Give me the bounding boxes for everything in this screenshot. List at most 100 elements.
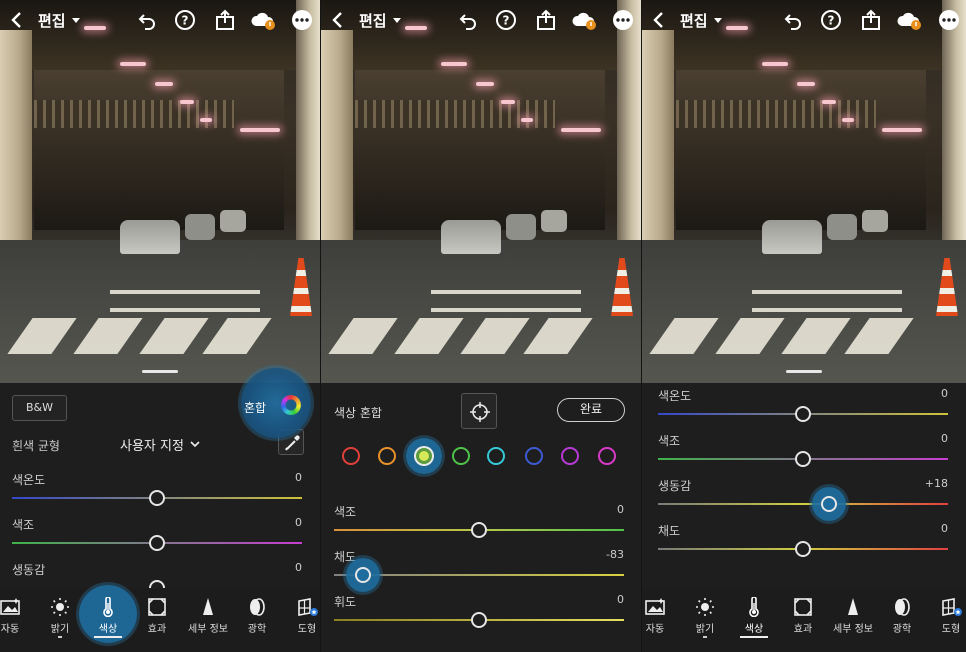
cloud-sync-icon[interactable] bbox=[571, 9, 597, 31]
geometry-icon bbox=[942, 598, 962, 616]
slider-tint[interactable]: 색조 0 bbox=[658, 432, 948, 472]
chevron-down-icon[interactable] bbox=[72, 18, 80, 23]
help-icon[interactable]: ? bbox=[820, 9, 842, 31]
slider-thumb[interactable] bbox=[149, 490, 165, 506]
slider-thumb[interactable] bbox=[795, 541, 811, 557]
tool-auto[interactable]: 자동 bbox=[642, 588, 677, 652]
color-mix-controls: 색상 혼합 완료 색조 0 채도 -83 휘도 0 bbox=[321, 383, 641, 652]
tool-detail[interactable]: 세부 정보 bbox=[186, 588, 230, 652]
slider-value: 0 bbox=[941, 522, 948, 535]
tool-color[interactable]: 색상 bbox=[86, 588, 130, 652]
slider-saturation[interactable]: 채도 0 bbox=[658, 522, 948, 562]
slider-vibrance[interactable]: 생동감 +18 bbox=[658, 477, 948, 521]
help-icon[interactable]: ? bbox=[174, 9, 196, 31]
bw-button[interactable]: B&W bbox=[12, 395, 67, 421]
share-icon[interactable] bbox=[535, 9, 557, 31]
swatch-aqua[interactable] bbox=[487, 447, 505, 465]
swatch-orange[interactable] bbox=[378, 447, 396, 465]
crosshair-icon bbox=[470, 402, 490, 422]
slider-thumb[interactable] bbox=[149, 535, 165, 551]
bottom-toolbar: 자동 밝기 색상 효과 세부 정보 광학 도형 bbox=[0, 585, 320, 652]
slider-value: 0 bbox=[617, 593, 624, 606]
done-button[interactable]: 완료 bbox=[557, 398, 625, 422]
slider-thumb[interactable] bbox=[471, 522, 487, 538]
share-icon[interactable] bbox=[860, 9, 882, 31]
slider-luminance[interactable]: 휘도 0 bbox=[334, 593, 624, 633]
more-icon[interactable] bbox=[938, 9, 960, 31]
swatch-magenta[interactable] bbox=[598, 447, 616, 465]
swatch-yellow-selected[interactable] bbox=[416, 448, 432, 464]
chevron-down-icon[interactable] bbox=[393, 18, 401, 23]
tool-optics[interactable]: 광학 bbox=[235, 588, 279, 652]
color-mix-icon[interactable] bbox=[281, 395, 301, 415]
chevron-down-icon[interactable] bbox=[190, 439, 200, 449]
cloud-sync-icon[interactable] bbox=[250, 9, 276, 31]
tool-effects[interactable]: 효과 bbox=[781, 588, 825, 652]
thermometer-icon bbox=[103, 597, 113, 617]
cloud-sync-icon[interactable] bbox=[896, 9, 922, 31]
optics-icon bbox=[250, 598, 265, 616]
tool-label: 도형 bbox=[941, 624, 961, 635]
chevron-down-icon[interactable] bbox=[714, 18, 722, 23]
edit-title[interactable]: 편집 bbox=[38, 10, 66, 31]
slider-tint[interactable]: 색조 0 bbox=[12, 516, 302, 556]
active-indicator bbox=[58, 636, 62, 638]
photo-preview[interactable] bbox=[0, 0, 320, 383]
white-balance-dropdown[interactable]: 사용자 지정 bbox=[120, 435, 184, 454]
slider-track[interactable] bbox=[658, 503, 948, 505]
slider-temperature[interactable]: 색온도 0 bbox=[658, 387, 948, 427]
tool-effects[interactable]: 효과 bbox=[135, 588, 179, 652]
slider-thumb[interactable] bbox=[821, 496, 838, 512]
slider-value: +18 bbox=[924, 477, 948, 490]
back-icon[interactable] bbox=[648, 9, 670, 31]
tool-color[interactable]: 색상 bbox=[732, 588, 776, 652]
slider-thumb[interactable] bbox=[795, 451, 811, 467]
color-mix-title: 색상 혼합 bbox=[334, 406, 382, 420]
panel-color-mix: 편집 ? 색상 혼합 완료 색조 0 채도 -83 휘도 0 bbox=[321, 0, 641, 652]
undo-icon[interactable] bbox=[782, 9, 804, 31]
slider-hue[interactable]: 색조 0 bbox=[334, 503, 624, 543]
panel-drag-handle[interactable] bbox=[142, 370, 178, 373]
slider-thumb[interactable] bbox=[471, 612, 487, 628]
mix-button-label[interactable]: 혼합 bbox=[244, 399, 266, 416]
optics-icon bbox=[895, 598, 910, 616]
slider-value: 0 bbox=[295, 561, 302, 574]
edit-title[interactable]: 편집 bbox=[359, 10, 387, 31]
slider-thumb[interactable] bbox=[355, 567, 371, 583]
more-icon[interactable] bbox=[291, 9, 313, 31]
undo-icon[interactable] bbox=[136, 9, 158, 31]
back-icon[interactable] bbox=[6, 9, 28, 31]
photo-preview[interactable] bbox=[642, 0, 966, 383]
svg-text:?: ? bbox=[503, 14, 510, 28]
more-icon[interactable] bbox=[612, 9, 634, 31]
edit-title[interactable]: 편집 bbox=[680, 10, 708, 31]
slider-temperature[interactable]: 색온도 0 bbox=[12, 471, 302, 511]
tool-detail[interactable]: 세부 정보 bbox=[831, 588, 875, 652]
target-adjust-button[interactable] bbox=[461, 393, 497, 429]
help-icon[interactable]: ? bbox=[495, 9, 517, 31]
slider-saturation[interactable]: 채도 -83 bbox=[334, 548, 624, 592]
swatch-purple[interactable] bbox=[561, 447, 579, 465]
auto-icon bbox=[645, 598, 665, 615]
sun-icon bbox=[51, 598, 69, 616]
thermometer-icon bbox=[749, 597, 759, 617]
swatch-green[interactable] bbox=[452, 447, 470, 465]
slider-thumb[interactable] bbox=[795, 406, 811, 422]
swatch-red[interactable] bbox=[342, 447, 360, 465]
slider-value: 0 bbox=[617, 503, 624, 516]
active-indicator bbox=[703, 636, 707, 638]
tool-light[interactable]: 밝기 bbox=[683, 588, 727, 652]
bottom-toolbar: 자동 밝기 색상 효과 세부 정보 광학 도형 bbox=[642, 588, 966, 652]
photo-preview[interactable] bbox=[321, 0, 641, 383]
tool-geometry[interactable]: 도형 bbox=[285, 588, 320, 652]
panel-drag-handle[interactable] bbox=[786, 370, 822, 373]
tool-optics[interactable]: 광학 bbox=[880, 588, 924, 652]
share-icon[interactable] bbox=[214, 9, 236, 31]
swatch-blue[interactable] bbox=[525, 447, 543, 465]
slider-label: 색온도 bbox=[658, 389, 692, 403]
undo-icon[interactable] bbox=[457, 9, 479, 31]
tool-geometry[interactable]: 도형 bbox=[929, 588, 966, 652]
slider-value: 0 bbox=[941, 387, 948, 400]
back-icon[interactable] bbox=[327, 9, 349, 31]
top-bar: 편집 ? bbox=[642, 0, 966, 40]
